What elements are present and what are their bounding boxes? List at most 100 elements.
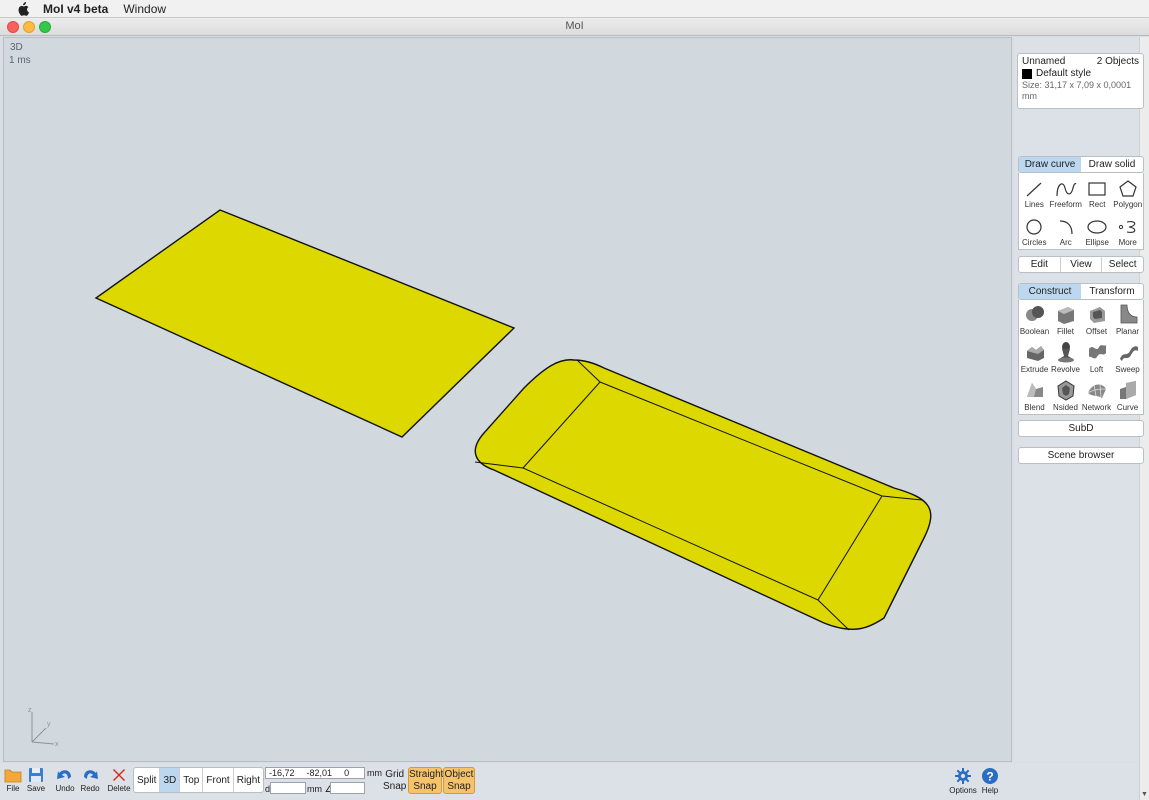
axis-y-label: y bbox=[47, 721, 51, 728]
tab-draw-curve[interactable]: Draw curve bbox=[1019, 157, 1081, 172]
nsided-tool[interactable]: Nsided bbox=[1050, 376, 1081, 414]
coord-y: -82,01 bbox=[306, 768, 333, 778]
arc-tool[interactable]: Arc bbox=[1050, 211, 1082, 249]
scene-canvas[interactable] bbox=[4, 38, 1012, 762]
object-properties[interactable]: Unnamed 2 Objects Default style Size: 31… bbox=[1017, 53, 1144, 109]
coord-x: -16,72 bbox=[269, 768, 295, 778]
freeform-tool[interactable]: Freeform bbox=[1050, 173, 1082, 211]
window-menu[interactable]: Window bbox=[123, 2, 166, 16]
view-split-button[interactable]: Split bbox=[134, 768, 161, 792]
coord-z: 0 bbox=[344, 768, 350, 778]
network-icon bbox=[1087, 383, 1106, 398]
solid-outline bbox=[474, 359, 932, 630]
coordinate-input[interactable]: -16,72 -82,01 0 bbox=[265, 767, 365, 779]
object-snap-toggle[interactable]: Object Snap bbox=[443, 767, 475, 794]
polygon-tool[interactable]: Polygon bbox=[1112, 173, 1143, 211]
apple-icon[interactable] bbox=[15, 1, 31, 17]
tab-view[interactable]: View bbox=[1059, 257, 1102, 272]
view-top-button[interactable]: Top bbox=[180, 768, 204, 792]
sweep-tool[interactable]: Sweep bbox=[1112, 338, 1143, 376]
blend-icon bbox=[1026, 383, 1043, 397]
grid-snap-toggle[interactable]: Grid Snap bbox=[383, 769, 406, 793]
planar-icon bbox=[1120, 304, 1137, 324]
curve-icon bbox=[1119, 381, 1136, 399]
curve-tool[interactable]: Curve bbox=[1112, 376, 1143, 414]
tab-draw-solid[interactable]: Draw solid bbox=[1081, 157, 1143, 172]
boolean-tool[interactable]: Boolean bbox=[1019, 300, 1050, 338]
construct-tools: Boolean Fillet Offset Planar Extrude Rev… bbox=[1018, 300, 1144, 415]
loft-icon bbox=[1088, 345, 1106, 359]
more-tool[interactable]: More bbox=[1112, 211, 1143, 249]
more-icon bbox=[1118, 221, 1136, 233]
subd-button[interactable]: SubD bbox=[1018, 420, 1144, 437]
edit-view-select-tabs: Edit View Select bbox=[1018, 256, 1144, 273]
tab-edit[interactable]: Edit bbox=[1019, 257, 1060, 272]
menu-bar: MoI v4 beta Window bbox=[0, 0, 1149, 18]
undo-button[interactable]: Undo bbox=[52, 767, 78, 793]
extrude-tool[interactable]: Extrude bbox=[1019, 338, 1050, 376]
distance-input[interactable] bbox=[270, 782, 306, 794]
loft-tool[interactable]: Loft bbox=[1081, 338, 1112, 376]
rect-tool[interactable]: Rect bbox=[1082, 173, 1113, 211]
object-count: 2 Objects bbox=[1096, 56, 1139, 67]
app-name-menu[interactable]: MoI v4 beta bbox=[43, 2, 108, 16]
filleted-solid-object[interactable] bbox=[474, 359, 932, 631]
revolve-icon bbox=[1057, 342, 1074, 363]
freeform-icon bbox=[1056, 183, 1077, 197]
axis-z-label: z bbox=[28, 707, 32, 714]
style-color-swatch[interactable] bbox=[1022, 68, 1032, 79]
blend-tool[interactable]: Blend bbox=[1019, 376, 1050, 414]
viewport-label: 3D bbox=[10, 42, 23, 53]
save-button[interactable]: Save bbox=[23, 767, 49, 793]
arc-icon bbox=[1059, 220, 1073, 235]
folder-icon bbox=[4, 769, 22, 783]
draw-tabs: Draw curve Draw solid bbox=[1018, 156, 1144, 173]
axis-x-label: x bbox=[55, 741, 59, 748]
undo-arrow-icon bbox=[57, 770, 71, 779]
tab-select[interactable]: Select bbox=[1101, 257, 1143, 272]
angle-label: mm ∠ bbox=[307, 784, 333, 794]
angle-input[interactable] bbox=[330, 782, 365, 794]
floppy-disk-icon bbox=[29, 768, 43, 782]
offset-icon bbox=[1089, 307, 1105, 323]
fillet-tool[interactable]: Fillet bbox=[1050, 300, 1081, 338]
boolean-icon bbox=[1025, 306, 1044, 321]
bottom-toolbar: File Save Undo Redo Delete Split 3D Top … bbox=[0, 763, 1139, 800]
options-button[interactable]: Options bbox=[949, 767, 977, 795]
revolve-tool[interactable]: Revolve bbox=[1050, 338, 1081, 376]
planar-rectangle-object[interactable] bbox=[94, 209, 516, 438]
delete-x-icon bbox=[113, 769, 125, 781]
network-tool[interactable]: Network bbox=[1081, 376, 1112, 414]
planar-tool[interactable]: Planar bbox=[1112, 300, 1143, 338]
svg-text:?: ? bbox=[986, 770, 993, 784]
tab-construct[interactable]: Construct bbox=[1019, 284, 1081, 299]
redo-button[interactable]: Redo bbox=[77, 767, 103, 793]
title-bar: MoI bbox=[0, 18, 1149, 36]
scene-browser-button[interactable]: Scene browser bbox=[1018, 447, 1144, 464]
view-right-button[interactable]: Right bbox=[234, 768, 263, 792]
viewport-3d[interactable]: 3D 1 ms z y x bbox=[3, 37, 1012, 762]
lines-tool[interactable]: Lines bbox=[1019, 173, 1050, 211]
tab-transform[interactable]: Transform bbox=[1081, 284, 1143, 299]
rect-icon bbox=[1088, 182, 1106, 196]
fillet-icon bbox=[1057, 307, 1074, 324]
view-front-button[interactable]: Front bbox=[203, 768, 234, 792]
offset-tool[interactable]: Offset bbox=[1081, 300, 1112, 338]
polygon-icon bbox=[1119, 180, 1137, 197]
panel-scrollbar[interactable]: ▼ bbox=[1139, 37, 1149, 800]
object-name[interactable]: Unnamed bbox=[1022, 56, 1065, 67]
scroll-down-icon[interactable]: ▼ bbox=[1141, 791, 1148, 798]
draw-curve-tools: Lines Freeform Rect Polygon Circles Arc … bbox=[1018, 173, 1144, 250]
delete-button[interactable]: Delete bbox=[106, 767, 132, 793]
view-mode-buttons: Split 3D Top Front Right bbox=[133, 767, 265, 793]
straight-snap-toggle[interactable]: Straight Snap bbox=[408, 767, 443, 794]
style-name[interactable]: Default style bbox=[1036, 68, 1091, 79]
help-button[interactable]: ? Help bbox=[977, 767, 1003, 795]
construct-tabs: Construct Transform bbox=[1018, 283, 1144, 300]
help-question-icon: ? bbox=[982, 768, 998, 784]
ellipse-tool[interactable]: Ellipse bbox=[1082, 211, 1113, 249]
nsided-icon bbox=[1056, 380, 1075, 401]
extrude-icon bbox=[1026, 346, 1044, 361]
circles-tool[interactable]: Circles bbox=[1019, 211, 1050, 249]
view-3d-button[interactable]: 3D bbox=[160, 768, 181, 792]
